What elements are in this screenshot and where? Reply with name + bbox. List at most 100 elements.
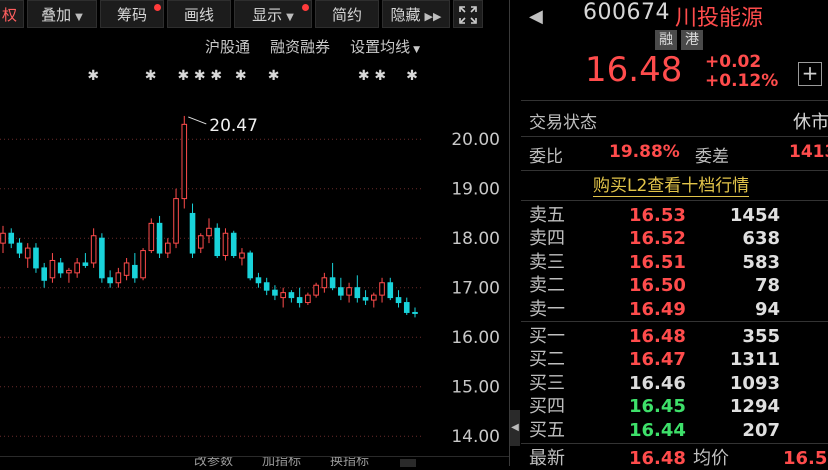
candle-body [123, 262, 130, 276]
bid-level-label: 买五 [529, 419, 565, 441]
wei-bi-label: 委比 [529, 147, 563, 167]
bid-row[interactable]: 买五 16.44 207 [521, 419, 828, 442]
candle-body [0, 232, 6, 244]
ask-row[interactable]: 卖二 16.50 78 [521, 274, 828, 297]
avg-price: 16.5 [783, 448, 828, 469]
candle-body [247, 252, 253, 279]
bid-price: 16.46 [629, 372, 686, 394]
candle-body [280, 292, 286, 299]
event-marker-icon[interactable]: ✱ [210, 68, 222, 84]
event-marker-icon[interactable]: ✱ [194, 68, 206, 84]
last-trade-price: 16.48 [629, 448, 686, 469]
simple-button[interactable]: 简约 [315, 0, 379, 28]
bid-volume: 207 [742, 419, 780, 441]
ask-level-label: 卖二 [529, 275, 565, 297]
add-watchlist-button[interactable]: + [798, 62, 822, 86]
bid-volume: 1093 [729, 372, 780, 394]
bid-row[interactable]: 买四 16.45 1294 [521, 395, 828, 418]
ask-level-label: 卖三 [529, 251, 565, 273]
candle-body [99, 237, 105, 279]
draw-line-button[interactable]: 画线 [167, 0, 231, 28]
collapse-panel-handle[interactable]: ◀ [510, 410, 520, 446]
bid-row[interactable]: 买一 16.48 355 [521, 325, 828, 348]
chips-button[interactable]: 筹码 [100, 0, 164, 28]
divider [521, 136, 828, 137]
hsgt-link[interactable]: 沪股通 [205, 36, 250, 60]
event-marker-icon[interactable]: ✱ [178, 68, 190, 84]
bid-level-label: 买三 [529, 372, 565, 394]
divider [521, 321, 828, 322]
trade-status-value: 休市 [793, 112, 828, 133]
candle-body [354, 287, 361, 299]
kline-chart[interactable]: 20.00 19.00 18.00 17.00 16.00 15.00 14.00 20.47… [0, 60, 508, 456]
add-indicator-link[interactable]: 加指标 [262, 457, 301, 467]
candle-body [329, 277, 336, 289]
candle-body [181, 123, 188, 200]
margin-link[interactable]: 融资融券 [270, 36, 330, 60]
candle-body [272, 289, 278, 296]
candle-body [338, 287, 344, 296]
candle-body [263, 282, 270, 291]
event-marker-icon[interactable]: ✱ [374, 68, 386, 84]
caret-down-icon: ▼ [413, 45, 420, 55]
fullscreen-button[interactable] [453, 0, 483, 28]
ask-row[interactable]: 卖五 16.53 1454 [521, 204, 828, 227]
switch-indicator-link[interactable]: 换指标 [330, 457, 369, 467]
trade-status-label: 交易状态 [529, 113, 597, 133]
prev-stock-button[interactable]: ◀ [529, 6, 543, 27]
candle-body [74, 262, 80, 274]
quote-panel: ◀ 600674 川投能源 融 港 16.48 +0.02 +0.12% + 交… [521, 0, 828, 469]
overlay-button[interactable]: 叠加 ▼ [27, 0, 97, 28]
display-button[interactable]: 显示 ▼ [234, 0, 312, 28]
bid-row[interactable]: 买二 16.47 1311 [521, 348, 828, 371]
candle-body [255, 277, 262, 284]
event-marker-icon[interactable]: ✱ [145, 68, 157, 84]
l2-upgrade-link[interactable]: 购买L2查看十档行情 [593, 176, 750, 197]
event-marker-icon[interactable]: ✱ [235, 68, 247, 84]
candle-body [214, 227, 221, 257]
ask-volume: 638 [742, 228, 780, 250]
candle-body [148, 222, 155, 252]
ask-row[interactable]: 卖三 16.51 583 [521, 251, 828, 274]
caret-down-icon: ▼ [286, 12, 294, 23]
fuquan-button[interactable]: 权 [0, 0, 24, 28]
change-params-link[interactable]: 改参数 [194, 457, 233, 467]
bid-row[interactable]: 买三 16.46 1093 [521, 372, 828, 395]
simple-label: 简约 [331, 6, 362, 24]
candle-body [412, 311, 418, 314]
fullscreen-icon [459, 6, 477, 24]
bid-level-label: 买一 [529, 326, 565, 347]
event-marker-icon[interactable]: ✱ [406, 68, 418, 84]
panel-divider[interactable] [509, 0, 510, 466]
event-marker-icon[interactable]: ✱ [268, 68, 280, 84]
ask-row[interactable]: 卖四 16.52 638 [521, 227, 828, 250]
ask-row[interactable]: 卖一 16.49 94 [521, 298, 828, 321]
candle-body [57, 262, 64, 274]
event-marker-icon[interactable]: ✱ [87, 68, 99, 84]
hide-button[interactable]: 隐藏 ▶▶ [382, 0, 450, 28]
price-change-percent: +0.12% [705, 71, 779, 91]
candle-body [387, 282, 394, 299]
candle-body [371, 294, 377, 301]
candle-body [165, 242, 171, 254]
candle-body [132, 264, 138, 279]
candle-body [395, 297, 402, 304]
ma-settings-link[interactable]: 设置均线 ▼ [350, 36, 420, 60]
bid-price: 16.48 [629, 326, 686, 347]
ask-volume: 78 [754, 275, 780, 297]
bid-level-label: 买二 [529, 349, 565, 371]
y-tick-label: 20.00 [451, 130, 500, 150]
candle-body [313, 284, 319, 296]
avg-label: 均价 [693, 448, 729, 469]
ask-volume: 1454 [729, 205, 780, 226]
chevron-left-icon: ◀ [511, 422, 519, 433]
candle-body [41, 267, 48, 281]
y-tick-label: 14.00 [451, 427, 500, 447]
event-marker-icon[interactable]: ✱ [358, 68, 370, 84]
candle-body [189, 212, 196, 254]
divider [521, 443, 828, 444]
plus-icon: + [801, 61, 819, 85]
ask-price: 16.52 [629, 228, 686, 250]
hide-label: 隐藏 [390, 6, 421, 24]
stock-code: 600674 [583, 0, 670, 25]
